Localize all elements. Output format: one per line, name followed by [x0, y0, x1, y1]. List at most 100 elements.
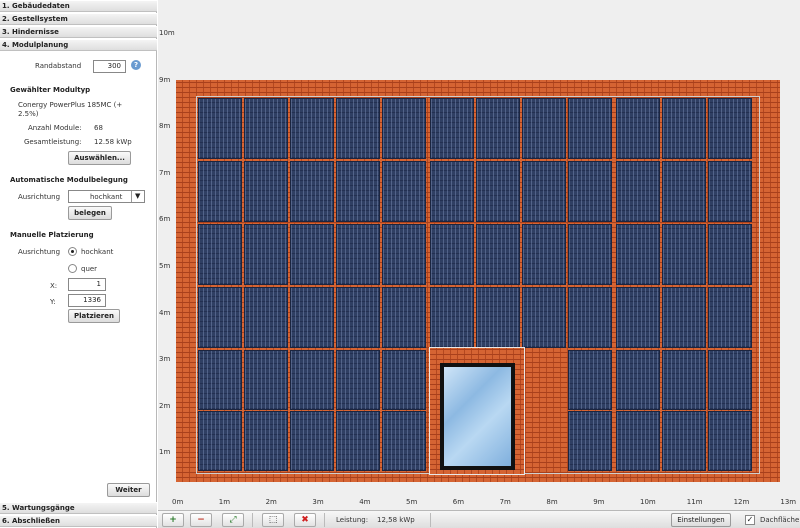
einstellungen-button[interactable]: Einstellungen [671, 513, 731, 527]
solar-module[interactable] [290, 350, 334, 410]
solar-module[interactable] [336, 161, 380, 222]
x-tick-label: 3m [312, 498, 324, 506]
solar-module[interactable] [708, 411, 752, 471]
section-modulplanung[interactable]: 4. Modulplanung [0, 39, 157, 51]
solar-module[interactable] [568, 98, 612, 159]
solar-module[interactable] [616, 98, 660, 159]
solar-module[interactable] [708, 350, 752, 410]
solar-module[interactable] [198, 411, 242, 471]
solar-module[interactable] [336, 350, 380, 410]
solar-module[interactable] [244, 411, 288, 471]
solar-module[interactable] [198, 350, 242, 410]
solar-module[interactable] [290, 98, 334, 159]
solar-module[interactable] [198, 98, 242, 159]
solar-module[interactable] [290, 224, 334, 285]
solar-module[interactable] [198, 224, 242, 285]
bottom-toolbar: + − ⤢ ⬚ ✖ Leistung: 12,58 kWp Einstellun… [158, 510, 800, 528]
zoom-out-icon[interactable]: − [190, 513, 212, 527]
solar-module[interactable] [244, 350, 288, 410]
solar-module[interactable] [382, 411, 426, 471]
solar-module[interactable] [662, 350, 706, 410]
solar-module[interactable] [382, 224, 426, 285]
solar-module[interactable] [382, 98, 426, 159]
dachflaeche-checkbox[interactable]: ✓ [745, 515, 755, 525]
solar-module[interactable] [430, 161, 474, 222]
solar-module[interactable] [290, 411, 334, 471]
solar-module[interactable] [616, 287, 660, 348]
solar-module[interactable] [662, 161, 706, 222]
solar-module[interactable] [382, 350, 426, 410]
solar-module[interactable] [244, 224, 288, 285]
y-tick-label: 9m [159, 75, 171, 84]
solar-module[interactable] [244, 161, 288, 222]
randabstand-input[interactable]: 300 [93, 60, 126, 73]
solar-module[interactable] [336, 224, 380, 285]
solar-module[interactable] [244, 287, 288, 348]
solar-module[interactable] [476, 161, 520, 222]
help-icon[interactable]: ? [131, 60, 141, 70]
solar-module[interactable] [662, 224, 706, 285]
solar-module[interactable] [522, 224, 566, 285]
section-gestellsystem[interactable]: 2. Gestellsystem [0, 13, 157, 25]
select-rect-icon[interactable]: ⬚ [262, 513, 284, 527]
y-tick-label: 10m [159, 29, 175, 37]
solar-module[interactable] [522, 287, 566, 348]
solar-module[interactable] [476, 98, 520, 159]
solar-module[interactable] [616, 411, 660, 471]
solar-module[interactable] [568, 350, 612, 410]
solar-module[interactable] [568, 411, 612, 471]
solar-module[interactable] [708, 224, 752, 285]
solar-module[interactable] [290, 287, 334, 348]
solar-module[interactable] [708, 287, 752, 348]
y-input[interactable]: 1336 [68, 294, 106, 307]
radio-hochkant[interactable] [68, 247, 77, 256]
solar-module[interactable] [568, 287, 612, 348]
delete-icon[interactable]: ✖ [294, 513, 316, 527]
solar-module[interactable] [336, 287, 380, 348]
zoom-in-icon[interactable]: + [162, 513, 184, 527]
solar-module[interactable] [522, 98, 566, 159]
solar-module[interactable] [568, 224, 612, 285]
solar-module[interactable] [616, 161, 660, 222]
weiter-button[interactable]: Weiter [107, 483, 150, 497]
x-tick-label: 5m [406, 498, 418, 506]
solar-module[interactable] [662, 98, 706, 159]
solar-module[interactable] [198, 161, 242, 222]
solar-module[interactable] [336, 411, 380, 471]
solar-module[interactable] [430, 224, 474, 285]
toolbar-separator [430, 513, 431, 527]
solar-module[interactable] [430, 98, 474, 159]
platzieren-button[interactable]: Platzieren [68, 309, 120, 323]
section-wartungsgaenge[interactable]: 5. Wartungsgänge [0, 502, 157, 514]
solar-module[interactable] [244, 98, 288, 159]
auto-ausrichtung-select[interactable]: hochkant ▼ [68, 190, 145, 203]
select-divider [131, 191, 132, 202]
solar-module[interactable] [662, 411, 706, 471]
solar-module[interactable] [708, 161, 752, 222]
solar-module[interactable] [522, 161, 566, 222]
solar-module[interactable] [476, 287, 520, 348]
solar-module[interactable] [336, 98, 380, 159]
fit-view-icon[interactable]: ⤢ [222, 513, 244, 527]
solar-module[interactable] [382, 161, 426, 222]
section-gebaeudedaten[interactable]: 1. Gebäudedaten [0, 0, 157, 12]
solar-module[interactable] [662, 287, 706, 348]
solar-module[interactable] [616, 350, 660, 410]
belegen-button[interactable]: belegen [68, 206, 112, 220]
solar-module[interactable] [616, 224, 660, 285]
solar-module[interactable] [568, 161, 612, 222]
section-hindernisse[interactable]: 3. Hindernisse [0, 26, 157, 38]
auswaehlen-button[interactable]: Auswählen... [68, 151, 131, 165]
skylight-window[interactable] [440, 363, 515, 470]
radio-quer[interactable] [68, 264, 77, 273]
solar-module[interactable] [198, 287, 242, 348]
solar-module[interactable] [382, 287, 426, 348]
roof-canvas[interactable]: 10m 9m 8m 7m 6m 5m 4m 3m 2m 1m 0m 1m 2m 3m 4m 5m 6m 7m 8m… [158, 0, 800, 510]
x-tick-label: 11m [686, 498, 703, 506]
solar-module[interactable] [476, 224, 520, 285]
solar-module[interactable] [430, 287, 474, 348]
x-input[interactable]: 1 [68, 278, 106, 291]
solar-module[interactable] [708, 98, 752, 159]
solar-module[interactable] [290, 161, 334, 222]
section-abschliessen[interactable]: 6. Abschließen [0, 515, 157, 527]
